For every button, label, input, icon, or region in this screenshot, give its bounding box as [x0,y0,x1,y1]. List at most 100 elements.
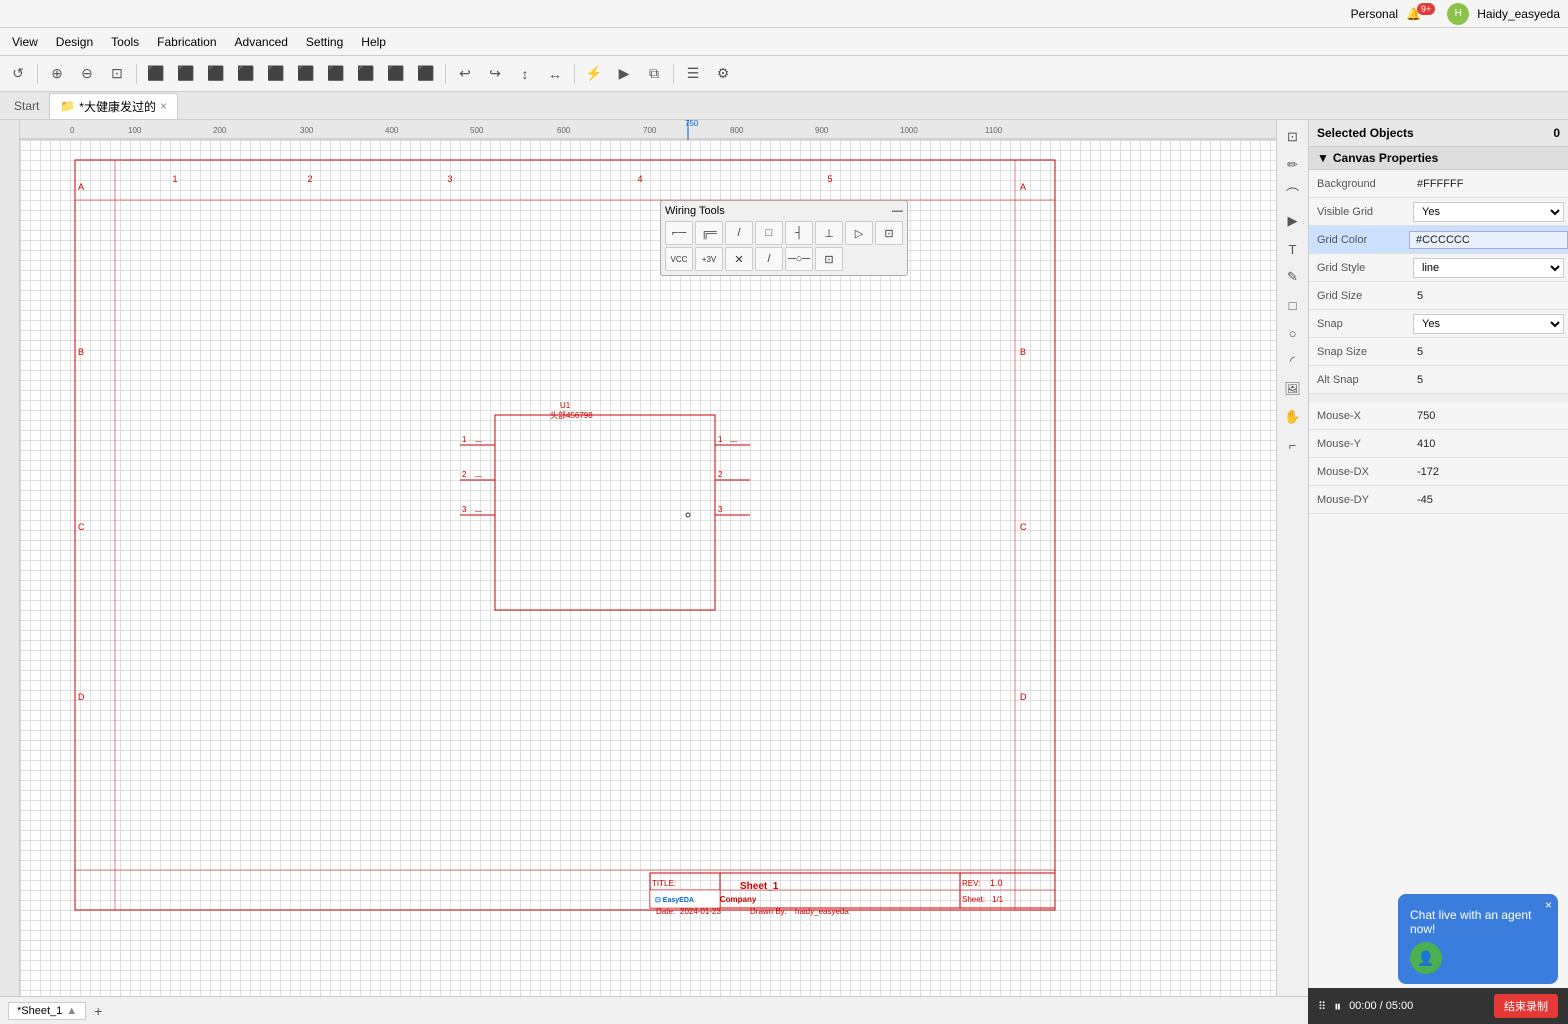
toolbar-sep-3 [445,64,446,84]
media-pause-icon[interactable]: ⏸ [1334,998,1341,1015]
wt-power[interactable]: ⊡ [875,221,903,245]
toolbar-share[interactable]: ⚙ [709,60,737,88]
wt-probe[interactable]: / [755,247,783,271]
toolbar-sep-5 [673,64,674,84]
section-expand-icon[interactable]: ▼ [1317,151,1329,165]
chat-close-button[interactable]: × [1545,898,1552,912]
svg-text:800: 800 [730,126,744,135]
prop-alt-snap: Alt Snap 5 [1309,366,1568,394]
rt-arc[interactable]: ◜ [1280,348,1306,374]
chat-avatar: 👤 [1410,942,1546,974]
toolbar-distribute-h[interactable]: ⬛ [322,60,350,88]
notification-icon[interactable]: 🔔9+ [1406,7,1439,21]
svg-text:B: B [1020,347,1026,357]
toolbar-rotate-ccw[interactable]: ↔ [541,60,569,88]
rt-pencil[interactable]: ✏ [1280,152,1306,178]
menu-setting[interactable]: Setting [298,32,351,52]
chat-widget[interactable]: × Chat live with an agent now! 👤 [1398,894,1558,984]
wt-cross[interactable]: ✕ [725,247,753,271]
sheet-tab-1[interactable]: *Sheet_1 ▲ [8,1002,86,1020]
prop-snap-label: Snap [1309,314,1409,334]
prop-background-value[interactable]: #FFFFFF [1409,174,1568,194]
add-sheet-button[interactable]: + [94,1003,102,1019]
toolbar-align-center-v[interactable]: ⬛ [292,60,320,88]
toolbar-layers[interactable]: ☰ [679,60,707,88]
toolbar-netlist[interactable]: ⚡ [580,60,608,88]
menu-design[interactable]: Design [48,32,101,52]
rt-image[interactable]: 🖼 [1280,376,1306,402]
wt-vcc[interactable]: VCC [665,247,693,271]
wt-line[interactable]: / [725,221,753,245]
wiring-tools-minimize[interactable]: — [892,205,903,217]
top-ruler: 0 100 200 300 400 500 600 700 750 800 90… [20,120,1276,140]
wiring-tools-grid: ⌐─ ╔═ / □ ┤ ⊥ ▷ ⊡ VCC +3V ✕ / ─○─ ⊡ [665,221,903,271]
rt-curve[interactable]: ⌒ [1280,180,1306,206]
canvas-wrapper[interactable]: 0 100 200 300 400 500 600 700 750 800 90… [20,120,1276,996]
wt-arrow[interactable]: ▷ [845,221,873,245]
toolbar-flip-v[interactable]: ↪ [481,60,509,88]
prop-background: Background #FFFFFF [1309,170,1568,198]
properties-panel: Selected Objects 0 ▼ Canvas Properties B… [1308,120,1568,996]
prop-mouse-dy-value: -45 [1409,490,1568,510]
svg-text:A: A [1020,182,1026,192]
toolbar-align-center-h[interactable]: ⬛ [262,60,290,88]
wiring-tools-header[interactable]: Wiring Tools — [665,205,903,217]
toolbar-undo[interactable]: ↺ [4,60,32,88]
wt-3v[interactable]: +3V [695,247,723,271]
menu-help[interactable]: Help [353,32,394,52]
svg-text:REV:: REV: [962,879,980,888]
rt-arrow[interactable]: ▶ [1280,208,1306,234]
tab-close-icon[interactable]: × [160,99,167,113]
rt-rect[interactable]: □ [1280,292,1306,318]
toolbar-flip-h[interactable]: ↩ [451,60,479,88]
prop-snap-select[interactable]: Yes No [1413,314,1564,334]
rt-corner[interactable]: ⌐ [1280,432,1306,458]
toolbar-zoom-out[interactable]: ⊖ [73,60,101,88]
prop-snap-size-label: Snap Size [1309,342,1409,362]
rt-circle[interactable]: ○ [1280,320,1306,346]
toolbar-distribute-v[interactable]: ⬛ [352,60,380,88]
rt-hand[interactable]: ✋ [1280,404,1306,430]
end-recording-button[interactable]: 结束录制 [1494,994,1558,1018]
media-dots-icon[interactable]: ⠿ [1318,1000,1326,1013]
sheet-tab-dropdown-icon[interactable]: ▲ [66,1005,77,1017]
wt-junction[interactable]: ┤ [785,221,813,245]
toolbar-rotate-cw[interactable]: ↕ [511,60,539,88]
toolbar-sep-4 [574,64,575,84]
svg-text:A: A [78,182,84,192]
wt-net-label[interactable]: ⊥ [815,221,843,245]
section-title: Canvas Properties [1333,151,1438,165]
wt-connect[interactable]: ─○─ [785,247,813,271]
prop-grid-color-value[interactable]: #CCCCCC [1409,231,1568,249]
wt-wire[interactable]: ⌐─ [665,221,693,245]
rt-text[interactable]: T [1280,236,1306,262]
menu-fabrication[interactable]: Fabrication [149,32,224,52]
rt-select[interactable]: ⊡ [1280,124,1306,150]
tab-active[interactable]: 📁 *大健康发过的 × [49,93,178,119]
toolbar-simulate[interactable]: ▶ [610,60,638,88]
profile-selector[interactable]: Personal [1351,7,1398,21]
toolbar-align-top[interactable]: ⬛ [202,60,230,88]
svg-text:—: — [475,473,482,480]
toolbar-align-right[interactable]: ⬛ [172,60,200,88]
tab-start[interactable]: Start [4,95,49,117]
prop-grid-style-select[interactable]: line dot [1413,258,1564,278]
toolbar-btn-10[interactable]: ⬛ [412,60,440,88]
svg-text:400: 400 [385,126,399,135]
menu-view[interactable]: View [4,32,46,52]
toolbar-zoom-in[interactable]: ⊕ [43,60,71,88]
menu-advanced[interactable]: Advanced [227,32,296,52]
toolbar-align-left[interactable]: ⬛ [142,60,170,88]
wt-ic[interactable]: ⊡ [815,247,843,271]
toolbar-zoom-fit[interactable]: ⊡ [103,60,131,88]
canvas-area[interactable]: A B C D A B C D 1 2 3 4 5 U1 头部456798 [20,140,1276,996]
prop-mouse-x-value: 750 [1409,406,1568,426]
toolbar-btn-9[interactable]: ⬛ [382,60,410,88]
toolbar-align-bottom[interactable]: ⬛ [232,60,260,88]
wt-bus-wire[interactable]: ╔═ [695,221,723,245]
wt-rect[interactable]: □ [755,221,783,245]
prop-visible-grid-select[interactable]: Yes No [1413,202,1564,222]
menu-tools[interactable]: Tools [103,32,147,52]
toolbar-convert[interactable]: ⧉ [640,60,668,88]
rt-erase[interactable]: ✎ [1280,264,1306,290]
